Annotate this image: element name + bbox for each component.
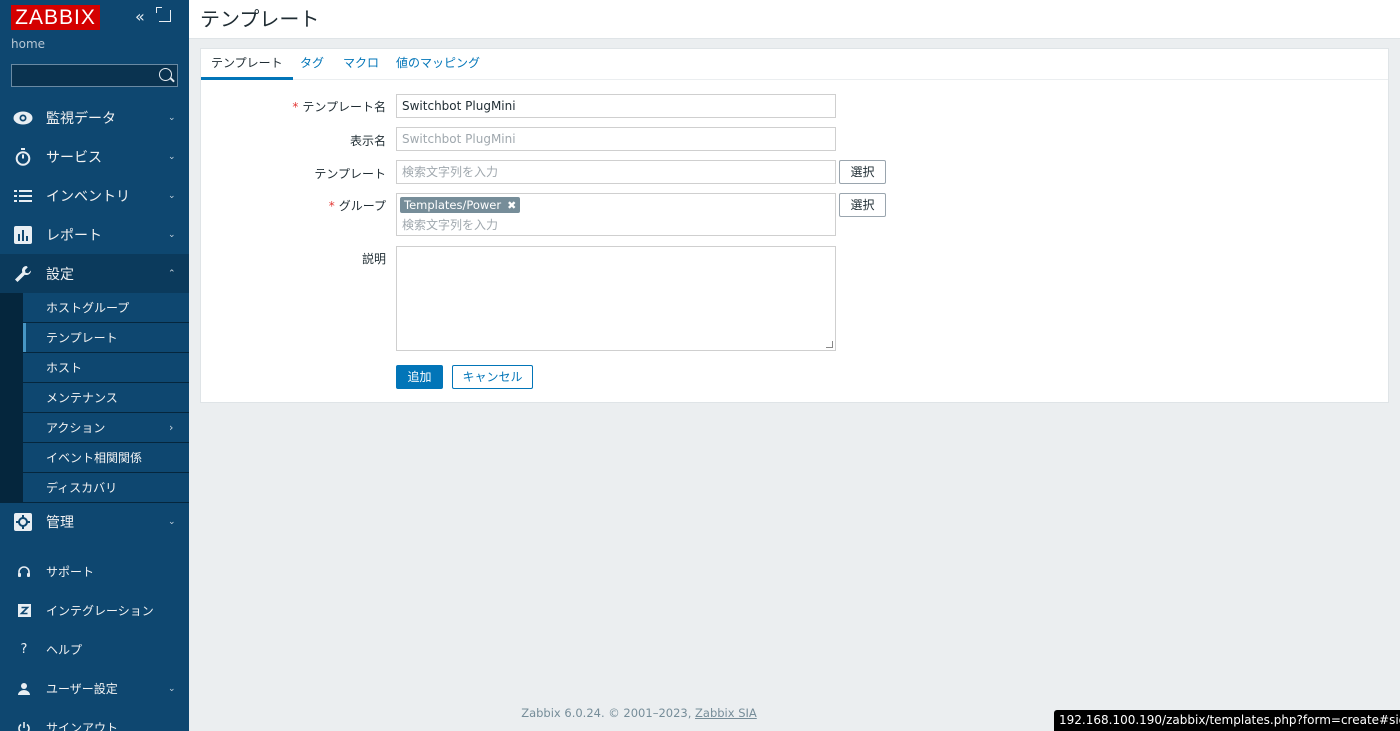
- groups-label: * グループ: [196, 197, 386, 214]
- collapse-sidebar-icon[interactable]: «: [135, 9, 151, 25]
- chevron-down-icon: ⌄: [168, 229, 176, 240]
- chevron-right-icon: ›: [169, 421, 174, 434]
- submenu-hosts[interactable]: ホスト: [23, 353, 189, 382]
- template-name-label-text: テンプレート名: [302, 100, 386, 114]
- eye-icon: [13, 108, 33, 128]
- menu-administration[interactable]: 管理 ⌄: [0, 502, 189, 541]
- sidebar-header: ZABBIX «: [0, 0, 189, 36]
- search-icon[interactable]: [159, 68, 172, 81]
- submenu-host-groups[interactable]: ホストグループ: [23, 293, 189, 322]
- menu-label: 設定: [46, 266, 74, 283]
- group-chip: Templates/Power ✖: [400, 197, 521, 213]
- page-footer: Zabbix 6.0.24. © 2001–2023, Zabbix SIA: [189, 706, 1089, 720]
- wrench-icon: [13, 264, 33, 284]
- templates-select-button[interactable]: 選択: [839, 160, 886, 184]
- templates-search-input[interactable]: 検索文字列を入力: [396, 160, 836, 184]
- menu-sign-out[interactable]: サインアウト: [0, 708, 189, 731]
- cancel-button[interactable]: キャンセル: [452, 365, 533, 389]
- required-marker: *: [328, 199, 335, 213]
- chevron-down-icon: ⌄: [168, 683, 176, 694]
- sidebar-search-input[interactable]: [11, 64, 178, 87]
- menu-reports[interactable]: レポート ⌄: [0, 215, 189, 254]
- chevron-up-icon: ⌃: [168, 268, 176, 279]
- menu-monitoring[interactable]: 監視データ ⌄: [0, 98, 189, 137]
- kiosk-mode-icon[interactable]: [156, 7, 171, 22]
- configuration-submenu: ホストグループ テンプレート ホスト メンテナンス アクション › イベント相関…: [0, 293, 189, 503]
- groups-select-button[interactable]: 選択: [839, 193, 886, 217]
- submenu-label: アクション: [46, 421, 106, 435]
- power-icon: [16, 720, 32, 731]
- menu-configuration[interactable]: 設定 ⌃: [0, 254, 189, 293]
- submenu-maintenance[interactable]: メンテナンス: [23, 383, 189, 412]
- page-header: テンプレート: [189, 0, 1400, 39]
- browser-status-url: 192.168.100.190/zabbix/templates.php?for…: [1054, 710, 1400, 731]
- tab-tags[interactable]: タグ: [290, 49, 334, 80]
- menu-help[interactable]: ? ヘルプ: [0, 630, 189, 669]
- submenu-label: ディスカバリ: [46, 481, 118, 495]
- menu-integrations[interactable]: インテグレーション: [0, 591, 189, 630]
- visible-name-input[interactable]: Switchbot PlugMini: [396, 127, 836, 151]
- remove-chip-icon[interactable]: ✖: [507, 199, 516, 212]
- chevron-down-icon: ⌄: [168, 516, 176, 527]
- template-form-panel: テンプレート タグ マクロ 値のマッピング * テンプレート名 Switchbot…: [200, 48, 1389, 403]
- menu-label: サービス: [46, 149, 102, 166]
- zabbix-z-icon: [16, 603, 32, 619]
- stopwatch-icon: [13, 147, 33, 167]
- menu-label: インベントリ: [46, 188, 130, 205]
- menu-user-settings[interactable]: ユーザー設定 ⌄: [0, 669, 189, 708]
- groups-multiselect[interactable]: Templates/Power ✖ 検索文字列を入力: [396, 193, 836, 236]
- menu-label: ユーザー設定: [46, 682, 118, 696]
- menu-label: レポート: [46, 227, 102, 244]
- tab-bar: テンプレート タグ マクロ 値のマッピング: [201, 49, 1388, 80]
- server-name: home: [11, 37, 46, 51]
- sidebar: ZABBIX « home 監視データ ⌄ サービス ⌄ インベントリ ⌄ レポ…: [0, 0, 189, 731]
- tab-macros[interactable]: マクロ: [333, 49, 389, 80]
- submenu-discovery[interactable]: ディスカバリ: [23, 473, 189, 502]
- list-icon: [13, 186, 33, 206]
- group-chip-label: Templates/Power: [404, 198, 502, 212]
- footer-copyright: Zabbix 6.0.24. © 2001–2023,: [521, 706, 692, 720]
- page-title: テンプレート: [200, 7, 320, 31]
- add-button[interactable]: 追加: [396, 365, 443, 389]
- description-label: 説明: [361, 252, 386, 266]
- gear-icon: [13, 512, 33, 532]
- submenu-label: イベント相関関係: [46, 451, 143, 465]
- submenu-templates[interactable]: テンプレート: [23, 323, 189, 352]
- groups-label-text: グループ: [338, 199, 386, 213]
- submenu-label: メンテナンス: [46, 391, 118, 405]
- menu-label: 管理: [46, 514, 74, 531]
- template-name-label: * テンプレート名: [196, 98, 386, 115]
- zabbix-logo[interactable]: ZABBIX: [11, 5, 100, 30]
- submenu-label: ホストグループ: [46, 301, 130, 315]
- footer-company-link[interactable]: Zabbix SIA: [695, 706, 757, 720]
- tab-value-mapping[interactable]: 値のマッピング: [386, 49, 490, 80]
- groups-search-input[interactable]: 検索文字列を入力: [402, 216, 498, 233]
- visible-name-label: 表示名: [349, 134, 386, 148]
- resize-handle-icon[interactable]: [826, 341, 833, 348]
- menu-label: ヘルプ: [46, 643, 83, 657]
- submenu-actions[interactable]: アクション ›: [23, 413, 189, 442]
- description-textarea[interactable]: [396, 246, 836, 351]
- menu-label: サポート: [46, 565, 95, 579]
- menu-inventory[interactable]: インベントリ ⌄: [0, 176, 189, 215]
- chevron-down-icon: ⌄: [168, 190, 176, 201]
- menu-label: インテグレーション: [46, 604, 154, 618]
- chevron-down-icon: ⌄: [168, 112, 176, 123]
- user-icon: [16, 681, 32, 697]
- menu-label: サインアウト: [46, 721, 119, 731]
- submenu-label: ホスト: [46, 361, 83, 375]
- chevron-down-icon: ⌄: [168, 151, 176, 162]
- template-name-input[interactable]: Switchbot PlugMini: [396, 94, 836, 118]
- menu-services[interactable]: サービス ⌄: [0, 137, 189, 176]
- headset-icon: [16, 564, 32, 580]
- submenu-event-correlation[interactable]: イベント相関関係: [23, 443, 189, 472]
- bar-chart-icon: [13, 225, 33, 245]
- required-marker: *: [292, 100, 299, 114]
- templates-label: テンプレート: [314, 167, 386, 181]
- question-icon: ?: [20, 642, 28, 657]
- submenu-label: テンプレート: [46, 331, 118, 345]
- tab-template[interactable]: テンプレート: [201, 49, 293, 80]
- menu-support[interactable]: サポート: [0, 552, 189, 591]
- menu-label: 監視データ: [46, 110, 116, 127]
